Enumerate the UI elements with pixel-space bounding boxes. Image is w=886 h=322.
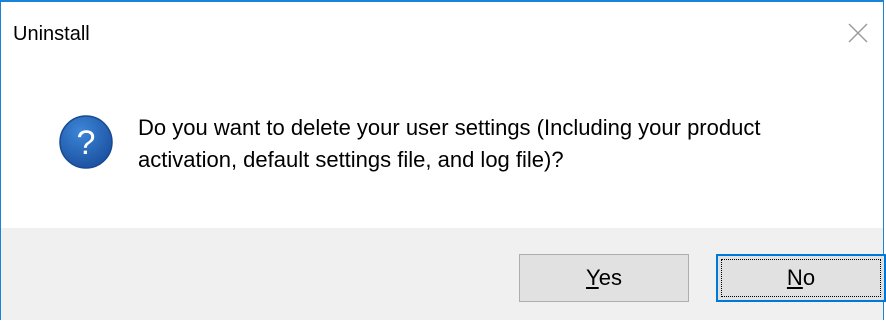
close-icon (848, 23, 868, 43)
message-line-2: activation, default settings file, and l… (138, 147, 564, 172)
dialog-content: ? Do you want to delete your user settin… (1, 64, 883, 228)
yes-mnemonic: Y (586, 265, 599, 290)
svg-text:?: ? (77, 124, 96, 162)
no-button[interactable]: No (716, 254, 886, 302)
no-mnemonic: N (786, 265, 803, 290)
dialog-message: Do you want to delete your user settings… (138, 112, 858, 176)
yes-label-rest: es (598, 265, 622, 290)
no-button-label: No (787, 265, 815, 291)
no-label-rest: o (802, 265, 816, 290)
uninstall-dialog: Uninstall ? Do you want to delete your u… (0, 0, 886, 320)
title-bar[interactable]: Uninstall (1, 2, 883, 64)
question-icon: ? (59, 115, 113, 169)
yes-button-label: Yes (586, 265, 622, 291)
message-line-1: Do you want to delete your user settings… (138, 115, 761, 140)
yes-button[interactable]: Yes (519, 254, 689, 302)
close-button[interactable] (841, 16, 875, 50)
button-bar: Yes No (1, 228, 886, 320)
window-title: Uninstall (13, 23, 90, 45)
